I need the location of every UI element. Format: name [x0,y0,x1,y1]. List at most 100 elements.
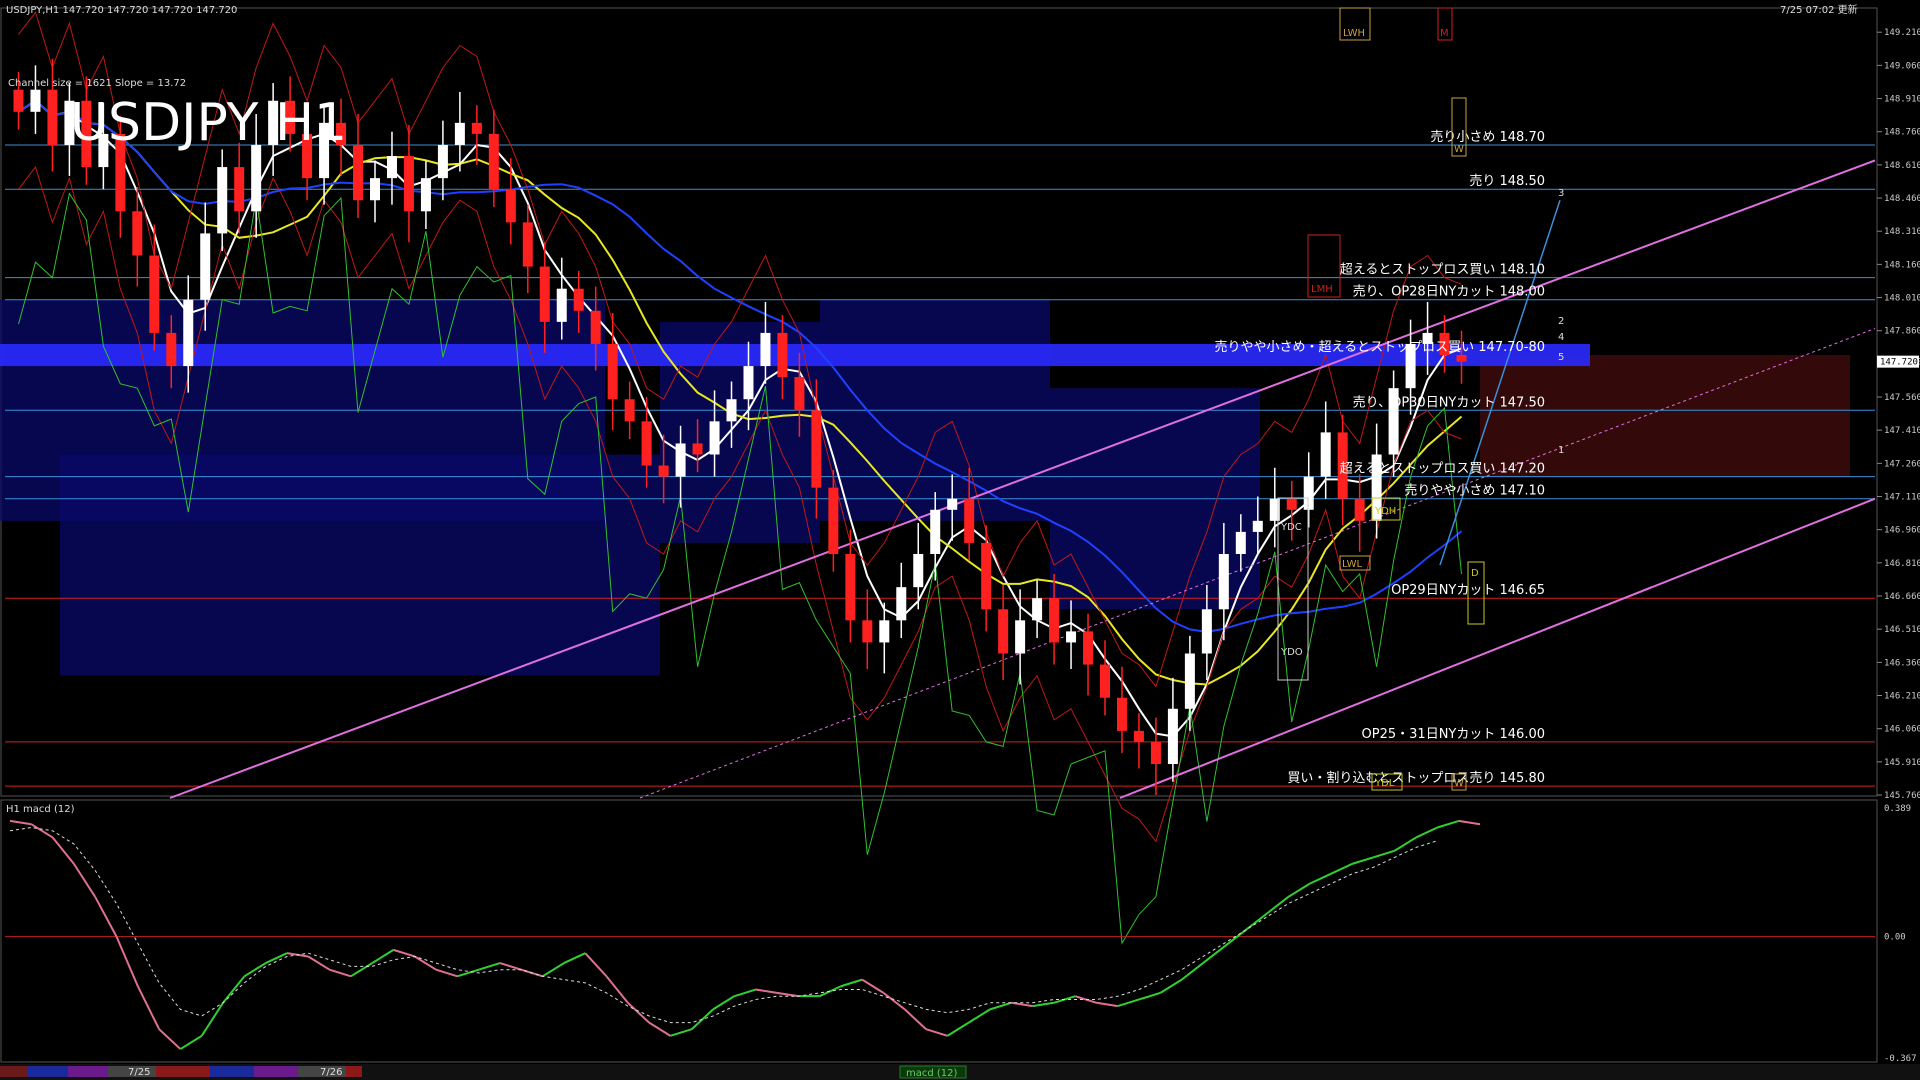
candle-body [777,332,788,378]
candle-body [1235,531,1246,555]
candle-body [760,332,771,367]
candle-body [47,89,58,145]
candle-body [166,332,177,367]
candle-body [1320,432,1331,477]
macd-tick-label: -0.367 [1884,1054,1917,1064]
box-label-lmh: LMH [1311,284,1333,295]
candle-body [30,89,41,112]
price-tick-label: 146.810 [1884,559,1920,569]
price-tick-label: 148.310 [1884,227,1920,237]
box-label-lwl: LWL [1342,559,1363,570]
candle-body [1066,631,1077,643]
box-label-ydo: YDO [1280,647,1303,658]
update-timestamp: 7/25 07:02 更新 [1780,3,1858,16]
candle-body [217,167,228,234]
indicator-tab-label[interactable]: macd (12) [906,1068,958,1079]
candle-body [811,410,822,488]
macd-tick-label: 0.389 [1884,804,1911,814]
price-level-label: OP25・31日NYカット 146.00 [1362,727,1545,742]
candle-body [539,266,550,322]
wave-label-1: 1 [1558,445,1564,456]
candle-body [420,178,431,212]
cloud-segment [60,454,660,676]
price-tick-label: 148.010 [1884,294,1920,304]
wave-label-2: 2 [1558,316,1564,327]
price-level-label: 超えるとストップロス買い 147.20 [1340,462,1545,477]
candle-body [964,498,975,543]
candle-body [234,167,245,212]
price-tick-label: 149.210 [1884,28,1920,38]
price-tick-label: 147.260 [1884,459,1920,469]
macd-label: H1 macd (12) [6,804,75,815]
symbol-info: USDJPY,H1 147.720 147.720 147.720 147.72… [6,5,237,16]
price-level-label: 売り小さめ 148.70 [1430,129,1545,145]
candle-body [896,587,907,621]
wave-label-3: 3 [1558,188,1564,199]
candle-body [913,554,924,588]
price-tick-label: 146.960 [1884,526,1920,536]
candle-body [386,156,397,179]
candle-body [828,487,839,555]
candle-body [845,554,856,621]
price-tick-label: 146.510 [1884,625,1920,635]
box-label-d: D [1471,568,1479,579]
candle-body [251,144,262,212]
box-label-w: W [1454,144,1464,155]
price-tick-label: 148.160 [1884,260,1920,270]
price-level-label: 売りやや小さめ・超えるとストップロス買い 147.70-80 [1215,339,1545,355]
box-label-m: M [1440,28,1449,39]
candle-body [879,620,890,643]
price-tick-label: 148.910 [1884,95,1920,105]
chart-big-title: USDJPY H1 [70,93,347,153]
price-tick-label: 147.110 [1884,493,1920,503]
price-level-label: 売り 148.50 [1469,173,1545,189]
box-label-ydl: YDL [1374,778,1395,789]
candle-body [675,443,686,477]
candle-body [573,288,584,311]
candle-body [607,343,618,400]
candle-body [1133,730,1144,742]
candle-body [1032,598,1043,621]
candle-body [1303,476,1314,510]
candle-body [947,498,958,510]
box-label-ydc: YDC [1280,522,1302,533]
candle-body [1184,653,1195,709]
cloud-future-red [1480,355,1850,477]
wave-label-4: 4 [1558,332,1564,343]
price-tick-label: 148.610 [1884,161,1920,171]
candle-body [522,222,533,267]
candle-body [743,366,754,400]
candle-body [692,443,703,455]
candle-body [1049,598,1060,643]
price-tick-label: 146.660 [1884,592,1920,602]
price-level-label: 買い・割り込むとストップロス売り 145.80 [1287,770,1545,786]
candle-body [1100,664,1110,698]
candle-body [709,421,720,455]
candle-body [353,144,364,201]
candle-body [726,399,737,422]
price-tick-label: 148.760 [1884,128,1920,138]
candle-body [1218,554,1229,610]
date-label-725: 7/25 [128,1067,150,1078]
candle-body [556,288,567,322]
candle-body [403,156,414,212]
candle-body [1252,520,1263,532]
candle-body [13,89,24,112]
channel-info: Channel size = 1621 Slope = 13.72 [8,78,186,89]
indicator-tab[interactable]: macd (12) [899,1065,967,1079]
price-tick-label: 145.910 [1884,758,1920,768]
price-tick-label: 146.210 [1884,692,1920,702]
candle-body [471,122,482,134]
price-tick-label: 148.460 [1884,194,1920,204]
candle-body [454,122,465,145]
candle-body [132,211,143,256]
price-level-label: 売りやや小さめ 147.10 [1404,483,1545,499]
wave-label-5: 5 [1558,352,1564,363]
candle-body [370,178,380,201]
candle-body [998,609,1009,654]
candle-body [149,255,160,333]
current-price-label: 147.720 [1880,358,1918,368]
price-tick-label: 147.560 [1884,393,1920,403]
macd-tick-label: 0.00 [1884,933,1906,943]
price-tick-label: 147.860 [1884,327,1920,337]
